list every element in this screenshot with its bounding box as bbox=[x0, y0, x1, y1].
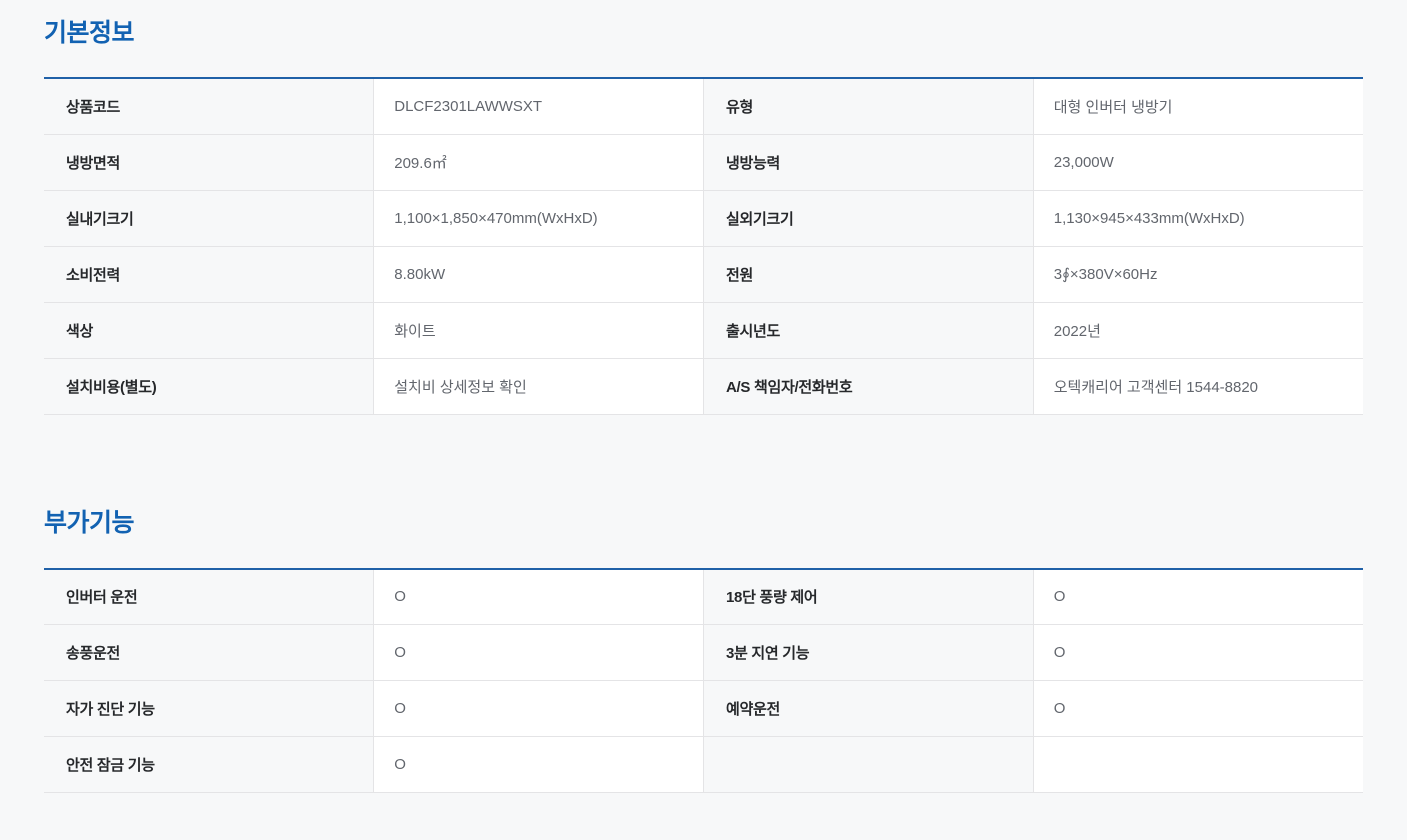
spec-row: 상품코드 DLCF2301LAWWSXT 유형 대형 인버터 냉방기 bbox=[44, 78, 1363, 134]
spec-value: O bbox=[1033, 569, 1363, 625]
spec-value: 1,100×1,850×470mm(WxHxD) bbox=[374, 190, 704, 246]
spec-value: 오텍캐리어 고객센터 1544-8820 bbox=[1033, 358, 1363, 414]
spec-label-empty bbox=[704, 737, 1034, 793]
spec-label: A/S 책임자/전화번호 bbox=[704, 358, 1034, 414]
spec-value: 대형 인버터 냉방기 bbox=[1033, 78, 1363, 134]
additional-features-table: 인버터 운전 O 18단 풍량 제어 O 송풍운전 O 3분 지연 기능 O 자… bbox=[44, 568, 1363, 794]
spec-label: 자가 진단 기능 bbox=[44, 681, 374, 737]
spec-value: O bbox=[1033, 625, 1363, 681]
spec-label: 설치비용(별도) bbox=[44, 358, 374, 414]
spec-label: 인버터 운전 bbox=[44, 569, 374, 625]
spec-label: 상품코드 bbox=[44, 78, 374, 134]
spec-value: O bbox=[374, 681, 704, 737]
spec-value: O bbox=[1033, 681, 1363, 737]
spec-row: 색상 화이트 출시년도 2022년 bbox=[44, 302, 1363, 358]
spec-row: 안전 잠금 기능 O bbox=[44, 737, 1363, 793]
spec-value: 209.6㎡ bbox=[374, 134, 704, 190]
spec-label: 안전 잠금 기능 bbox=[44, 737, 374, 793]
spec-row: 소비전력 8.80kW 전원 3∮×380V×60Hz bbox=[44, 246, 1363, 302]
spec-value: 3∮×380V×60Hz bbox=[1033, 246, 1363, 302]
spec-label: 유형 bbox=[704, 78, 1034, 134]
spec-value: 화이트 bbox=[374, 302, 704, 358]
spec-value: 23,000W bbox=[1033, 134, 1363, 190]
spec-value: O bbox=[374, 625, 704, 681]
spec-label: 실내기크기 bbox=[44, 190, 374, 246]
basic-info-table: 상품코드 DLCF2301LAWWSXT 유형 대형 인버터 냉방기 냉방면적 … bbox=[44, 77, 1363, 415]
spec-value-empty bbox=[1033, 737, 1363, 793]
spec-page: 기본정보 상품코드 DLCF2301LAWWSXT 유형 대형 인버터 냉방기 … bbox=[0, 0, 1407, 793]
spec-value: 2022년 bbox=[1033, 302, 1363, 358]
section-title-basic-info: 기본정보 bbox=[44, 18, 1363, 48]
spec-label: 소비전력 bbox=[44, 246, 374, 302]
spec-label: 전원 bbox=[704, 246, 1034, 302]
spec-value: 1,130×945×433mm(WxHxD) bbox=[1033, 190, 1363, 246]
spec-row: 자가 진단 기능 O 예약운전 O bbox=[44, 681, 1363, 737]
spec-row: 송풍운전 O 3분 지연 기능 O bbox=[44, 625, 1363, 681]
spec-label: 예약운전 bbox=[704, 681, 1034, 737]
spec-label: 냉방능력 bbox=[704, 134, 1034, 190]
spec-row: 냉방면적 209.6㎡ 냉방능력 23,000W bbox=[44, 134, 1363, 190]
spec-value: 8.80kW bbox=[374, 246, 704, 302]
spec-label: 출시년도 bbox=[704, 302, 1034, 358]
spec-label: 실외기크기 bbox=[704, 190, 1034, 246]
spec-value: DLCF2301LAWWSXT bbox=[374, 78, 704, 134]
spec-label: 송풍운전 bbox=[44, 625, 374, 681]
spec-value: O bbox=[374, 569, 704, 625]
spec-label: 냉방면적 bbox=[44, 134, 374, 190]
spec-row: 설치비용(별도) 설치비 상세정보 확인 A/S 책임자/전화번호 오텍캐리어 … bbox=[44, 358, 1363, 414]
spec-label: 색상 bbox=[44, 302, 374, 358]
spec-value: O bbox=[374, 737, 704, 793]
spec-value-install-fee-link[interactable]: 설치비 상세정보 확인 bbox=[374, 358, 704, 414]
spec-label: 18단 풍량 제어 bbox=[704, 569, 1034, 625]
spec-row: 인버터 운전 O 18단 풍량 제어 O bbox=[44, 569, 1363, 625]
spec-row: 실내기크기 1,100×1,850×470mm(WxHxD) 실외기크기 1,1… bbox=[44, 190, 1363, 246]
section-title-additional-features: 부가기능 bbox=[44, 508, 1363, 538]
spec-label: 3분 지연 기능 bbox=[704, 625, 1034, 681]
